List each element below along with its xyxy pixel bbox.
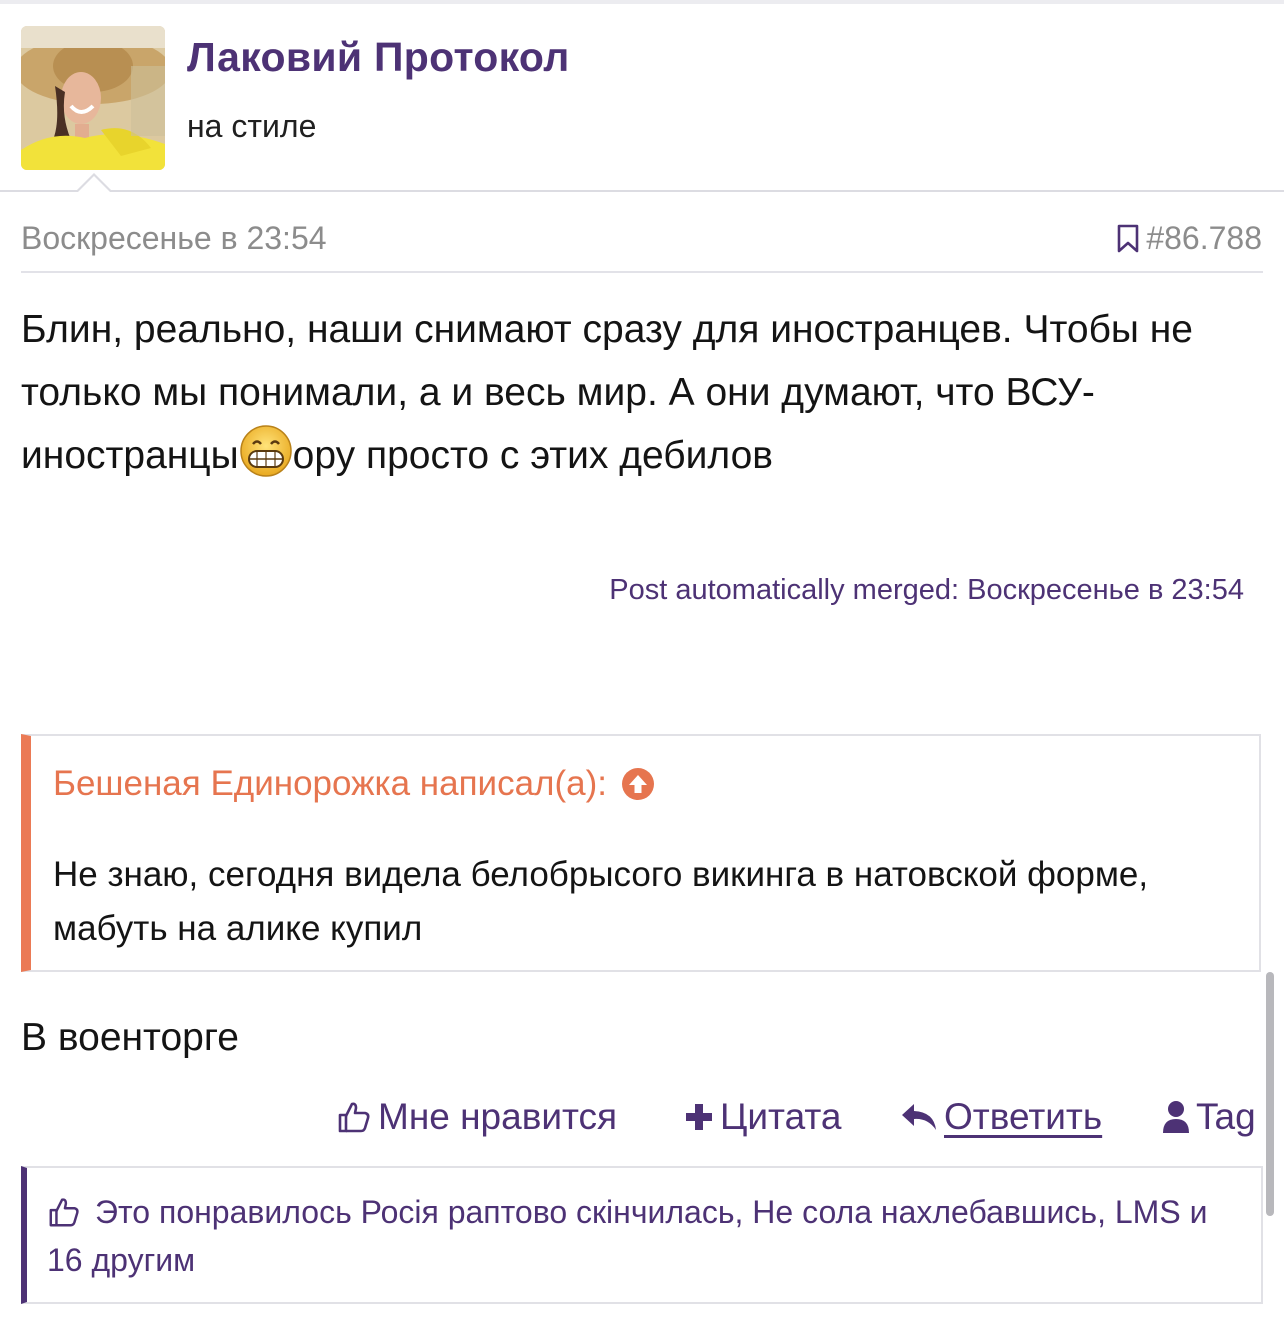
meta-divider bbox=[21, 271, 1263, 273]
arrow-up-circle-icon[interactable] bbox=[621, 767, 655, 801]
header-divider bbox=[0, 190, 1284, 192]
grinning-emoji-icon bbox=[239, 425, 292, 477]
like-button[interactable]: Мне нравится bbox=[336, 1096, 617, 1138]
user-title: на стиле bbox=[187, 108, 317, 144]
scrollbar[interactable] bbox=[1266, 972, 1274, 1216]
username[interactable]: Лаковий Протокол bbox=[187, 34, 570, 81]
quote-button[interactable]: Цитата bbox=[684, 1096, 841, 1138]
quote-label: Цитата bbox=[720, 1096, 842, 1137]
likes-label: Это понравилось Росія раптово скінчилась… bbox=[47, 1194, 1208, 1278]
message-date[interactable]: Воскресенье в 23:54 bbox=[21, 220, 327, 257]
merged-note: Post automatically merged: Воскресенье в… bbox=[609, 574, 1244, 606]
likes-summary[interactable]: Это понравилось Росія раптово скінчилась… bbox=[47, 1188, 1227, 1284]
message-body: Блин, реально, наши снимают сразу для ин… bbox=[21, 298, 1261, 487]
user-header: Лаковий Протокол на стиле bbox=[0, 4, 1284, 192]
quote-block: Бешеная Единорожка написал(а): Не знаю, … bbox=[21, 734, 1261, 972]
thumbs-up-icon bbox=[338, 1102, 370, 1133]
reply-label: Ответить bbox=[944, 1096, 1103, 1137]
reply-text: В военторге bbox=[21, 1016, 239, 1059]
like-label: Мне нравится bbox=[378, 1096, 618, 1137]
user-icon bbox=[1163, 1101, 1189, 1133]
quote-author[interactable]: Бешеная Единорожка написал(а): bbox=[53, 764, 655, 804]
message-body-part2: ору просто с этих дебилов bbox=[292, 434, 773, 477]
thumbs-up-icon bbox=[49, 1198, 79, 1227]
bookmark-icon[interactable] bbox=[1116, 224, 1140, 254]
plus-icon bbox=[686, 1104, 712, 1130]
quote-author-label: Бешеная Единорожка написал(а): bbox=[53, 764, 607, 803]
message-number[interactable]: #86.788 bbox=[1116, 220, 1262, 257]
reply-button[interactable]: Ответить bbox=[900, 1096, 1102, 1138]
message-number-label: #86.788 bbox=[1146, 220, 1262, 256]
tag-label: Tag bbox=[1196, 1096, 1256, 1137]
avatar[interactable] bbox=[21, 26, 165, 170]
quote-text: Не знаю, сегодня видела белобрысого вики… bbox=[53, 855, 1149, 948]
reply-arrow-icon bbox=[902, 1104, 936, 1130]
post-actions: Мне нравится Цитата Ответить Tag bbox=[336, 1096, 1276, 1146]
tag-button[interactable]: Tag bbox=[1162, 1096, 1256, 1138]
likes-bar: Это понравилось Росія раптово скінчилась… bbox=[21, 1166, 1263, 1304]
